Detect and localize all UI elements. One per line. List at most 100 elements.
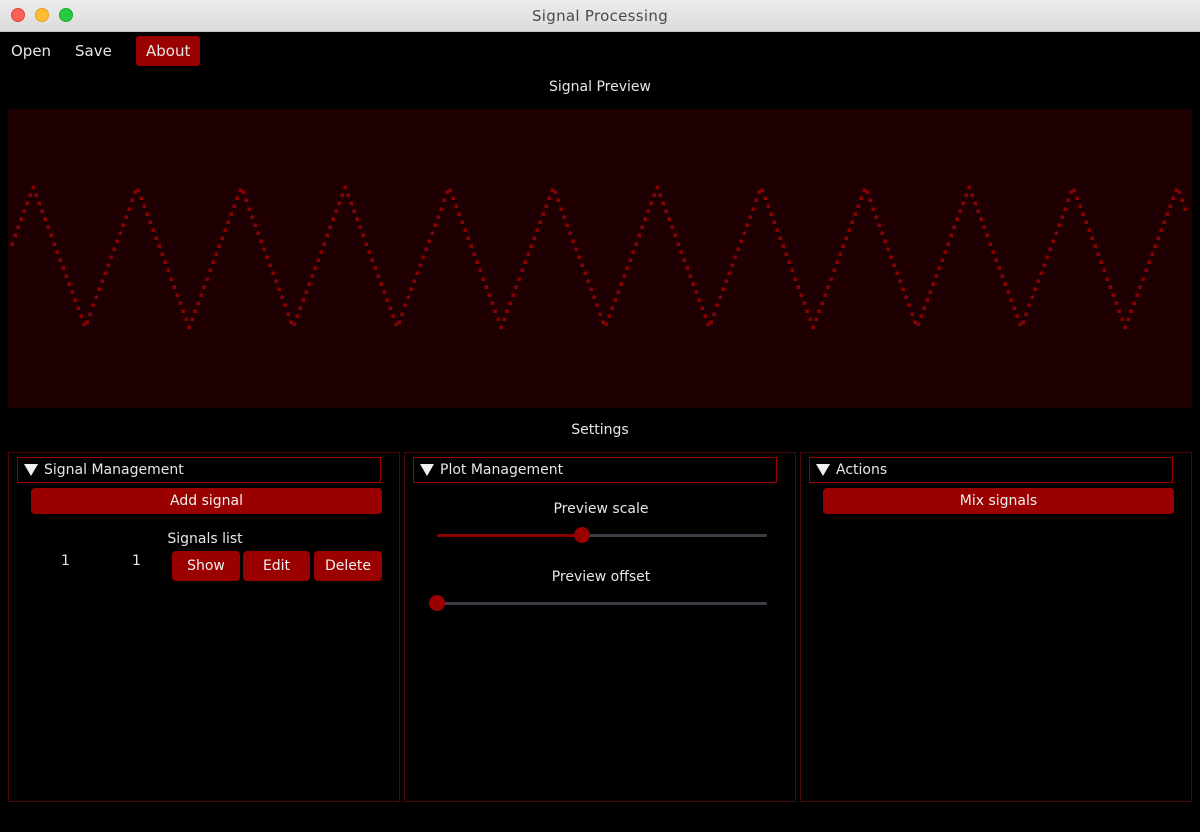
signal-sample-point — [511, 293, 515, 297]
signal-sample-point — [520, 268, 524, 272]
signal-sample-point — [1180, 198, 1184, 202]
mix-signals-button[interactable]: Mix signals — [823, 488, 1174, 514]
signal-sample-point — [532, 236, 536, 240]
signal-sample-point — [28, 193, 32, 197]
signal-sample-point — [1108, 285, 1112, 289]
preview-scale-slider[interactable] — [437, 527, 767, 543]
menu-about[interactable]: About — [136, 36, 201, 66]
signal-sample-point — [670, 225, 674, 229]
signal-sample-point — [1066, 198, 1070, 202]
add-signal-button[interactable]: Add signal — [31, 488, 382, 514]
signal-sample-point — [682, 258, 686, 262]
signal-sample-point — [115, 239, 119, 243]
signal-sample-point — [319, 250, 323, 254]
signal-sample-point — [1006, 290, 1010, 294]
plot-management-header-label: Plot Management — [440, 462, 564, 478]
signal-sample-point — [979, 217, 983, 221]
signal-sample-point — [505, 309, 509, 313]
signal-sample-point — [1117, 309, 1121, 313]
actions-header[interactable]: Actions — [809, 457, 1173, 483]
signal-sample-point — [541, 212, 545, 216]
signal-sample-point — [418, 263, 422, 267]
signal-sample-point — [130, 198, 134, 202]
signal-sample-point — [637, 233, 641, 237]
signal-sample-point — [352, 209, 356, 213]
signal-sample-point — [25, 201, 29, 205]
window-titlebar: Signal Processing — [0, 0, 1200, 32]
signal-sample-point — [643, 217, 647, 221]
signal-sample-point — [43, 217, 47, 221]
signal-sample-point — [493, 309, 497, 313]
signal-sample-point — [1120, 317, 1124, 321]
signal-sample-point — [808, 317, 812, 321]
signal-sample-point — [301, 298, 305, 302]
signal-sample-point — [109, 255, 113, 259]
menu-save[interactable]: Save — [65, 36, 122, 66]
signal-sample-point — [586, 279, 590, 283]
signal-sample-point — [1030, 295, 1034, 299]
signal-sample-point — [994, 258, 998, 262]
signal-sample-point — [832, 268, 836, 272]
settings-title: Settings — [571, 422, 629, 438]
signal-sample-point — [259, 239, 263, 243]
signal-sample-point — [775, 228, 779, 232]
signal-sample-point — [331, 217, 335, 221]
signal-sample-point — [874, 215, 878, 219]
preview-scale-knob[interactable] — [574, 527, 591, 543]
signal-sample-point — [1159, 228, 1163, 232]
signal-sample-point — [1054, 231, 1058, 235]
signal-sample-point — [1174, 188, 1178, 192]
signal-sample-point — [244, 198, 248, 202]
signal-sample-point — [1093, 244, 1097, 248]
signal-sample-point — [955, 217, 959, 221]
signal-sample-point — [529, 244, 533, 248]
signal-sample-point — [175, 293, 179, 297]
signal-sample-point — [148, 220, 152, 224]
preview-scale-label: Preview scale — [553, 501, 649, 517]
collapse-triangle-icon — [420, 464, 434, 476]
signal-sample-point — [334, 209, 338, 213]
signal-sample-point — [742, 231, 746, 235]
signal-sample-point — [790, 268, 794, 272]
signal-sample-point — [1141, 277, 1145, 281]
signal-sample-point — [895, 271, 899, 275]
show-signal-button[interactable]: Show — [172, 551, 240, 581]
signal-sample-point — [835, 260, 839, 264]
signal-sample-point — [466, 236, 470, 240]
signal-sample-point — [985, 233, 989, 237]
signal-sample-point — [604, 322, 608, 326]
signal-sample-point — [76, 306, 80, 310]
preview-offset-knob[interactable] — [429, 595, 445, 611]
signal-sample-point — [919, 314, 923, 318]
signal-sample-point — [664, 209, 668, 213]
menu-open[interactable]: Open — [1, 36, 61, 66]
signal-sample-point — [385, 298, 389, 302]
signal-sample-point — [553, 190, 557, 194]
signal-sample-point — [436, 215, 440, 219]
signal-sample-point — [838, 252, 842, 256]
signal-sample-point — [64, 274, 68, 278]
signal-sample-point — [214, 252, 218, 256]
signal-sample-point — [727, 271, 731, 275]
signal-sample-point — [745, 223, 749, 227]
signal-sample-point — [901, 287, 905, 291]
signal-sample-point — [151, 228, 155, 232]
signal-sample-point — [697, 298, 701, 302]
signal-sample-point — [457, 212, 461, 216]
signal-management-header[interactable]: Signal Management — [17, 457, 381, 483]
signal-sample-point — [544, 204, 548, 208]
signal-sample-point — [631, 250, 635, 254]
plot-management-header[interactable]: Plot Management — [413, 457, 777, 483]
signal-sample-point — [781, 244, 785, 248]
signal-sample-point — [442, 198, 446, 202]
signal-sample-point — [1150, 252, 1154, 256]
preview-offset-slider[interactable] — [429, 595, 767, 611]
edit-signal-button[interactable]: Edit — [243, 551, 310, 581]
signal-sample-point — [154, 236, 158, 240]
signal-sample-point — [949, 233, 953, 237]
signal-sample-point — [133, 190, 137, 194]
delete-signal-button[interactable]: Delete — [314, 551, 382, 581]
signal-sample-point — [343, 185, 347, 189]
signal-sample-point — [298, 306, 302, 310]
signal-sample-point — [709, 320, 713, 324]
